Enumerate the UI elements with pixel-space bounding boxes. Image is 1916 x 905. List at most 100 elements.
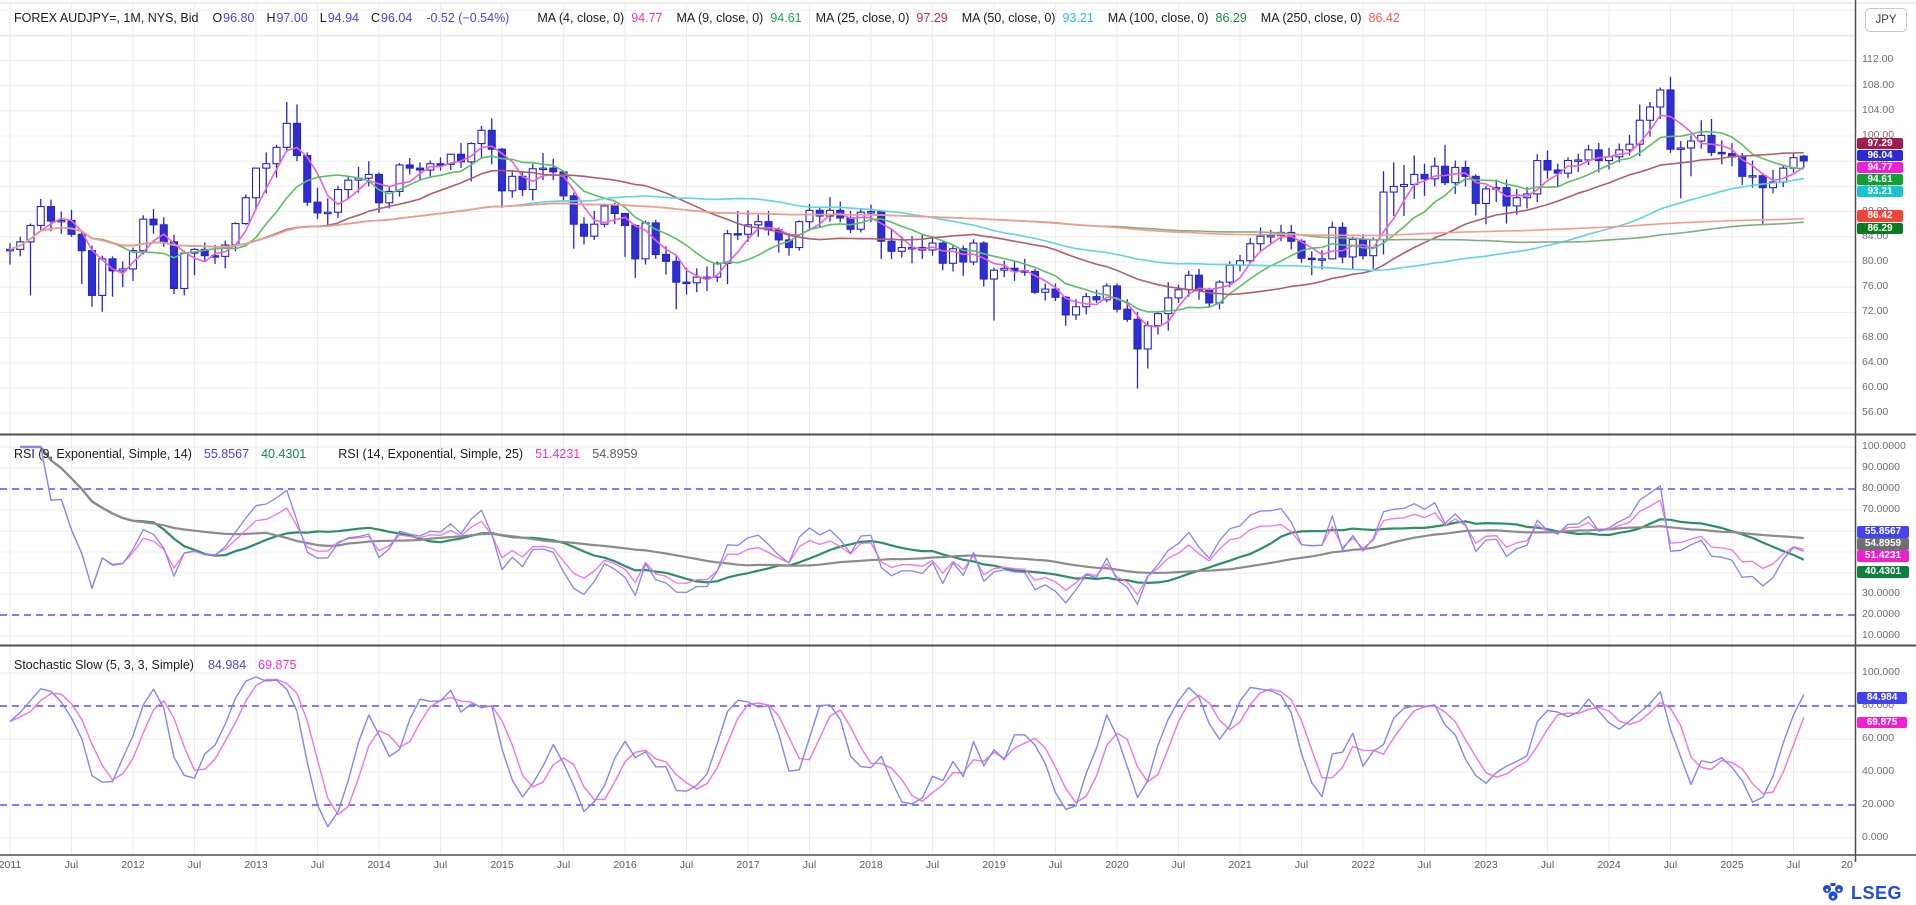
main-chart-header: FOREX AUDJPY=, 1M, NYS, Bid O96.80H97.00… — [14, 8, 1400, 28]
x-axis-label: Jul — [50, 859, 94, 871]
ma-legend-item[interactable]: MA (100, close, 0) 86.29 — [1108, 8, 1247, 28]
axis-tick-label: 100.0000 — [1862, 440, 1906, 452]
price-axis-badge: 84.984 — [1857, 692, 1907, 704]
price-axis-badge: 54.8959 — [1857, 538, 1909, 550]
quote-o: O96.80 — [212, 8, 254, 28]
rsi-label: RSI (9, Exponential, Simple, 14) — [14, 444, 192, 464]
ma-legend-item[interactable]: MA (50, close, 0)93.21 — [962, 8, 1094, 28]
price-axis-badge: 86.29 — [1857, 223, 1903, 235]
price-axis-badge: 94.77 — [1857, 162, 1903, 174]
stochastic-indicator-header[interactable]: Stochastic Slow (5, 3, 3, Simple) 84.984… — [14, 655, 296, 675]
axis-tick-label: 64.00 — [1862, 356, 1888, 368]
axis-tick-label: 60.00 — [1862, 381, 1888, 393]
x-axis-label: 2016 — [603, 859, 647, 871]
x-axis-label: Jul — [1649, 859, 1693, 871]
quote-value: 96.80 — [223, 8, 254, 28]
price-axis-badge: 93.21 — [1857, 186, 1903, 198]
price-axis-badge: 94.61 — [1857, 174, 1903, 186]
x-axis-label: Jul — [911, 859, 955, 871]
x-axis-label: 2025 — [1710, 859, 1754, 871]
price-axis-badge: 86.42 — [1857, 210, 1903, 222]
ma-value: 94.77 — [631, 8, 662, 28]
ma-legend-item[interactable]: MA (250, close, 0) 86.42 — [1261, 8, 1400, 28]
x-axis-label: Jul — [1403, 859, 1447, 871]
price-axis-badge: 69.875 — [1857, 717, 1907, 729]
x-axis-label: Jul — [1157, 859, 1201, 871]
ma-legend-item[interactable]: MA (9, close, 0) 94.61 — [676, 8, 801, 28]
quote-value: 97.00 — [276, 8, 307, 28]
x-axis-label: Jul — [419, 859, 463, 871]
rsi-legend-item[interactable]: RSI (9, Exponential, Simple, 14)55.85674… — [14, 444, 306, 464]
x-axis-label: Jul — [542, 859, 586, 871]
ma-label: MA (50, close, 0) — [962, 8, 1056, 28]
ma-value: 86.42 — [1369, 8, 1400, 28]
x-axis-label: Jul — [173, 859, 217, 871]
x-axis-label: Jul — [1526, 859, 1570, 871]
x-axis-label: 2020 — [1095, 859, 1139, 871]
ma-legend-item[interactable]: MA (25, close, 0)97.29 — [816, 8, 948, 28]
x-axis-label: 20 — [1825, 859, 1869, 871]
axis-tick-label: 76.00 — [1862, 280, 1888, 292]
x-axis-label: 2019 — [972, 859, 1016, 871]
price-axis-badge: 40.4301 — [1857, 566, 1909, 578]
x-axis-label: 2014 — [357, 859, 401, 871]
quote-label: H — [266, 8, 275, 28]
quote-value: 96.04 — [381, 8, 412, 28]
rsi-indicator-header[interactable]: RSI (9, Exponential, Simple, 14)55.85674… — [14, 444, 655, 464]
axis-tick-label: 60.000 — [1862, 732, 1894, 744]
x-axis-label: 2022 — [1341, 859, 1385, 871]
quote-h: H97.00 — [266, 8, 307, 28]
x-axis-label: Jul — [665, 859, 709, 871]
axis-tick-label: 70.0000 — [1862, 503, 1900, 515]
axis-tick-label: 68.00 — [1862, 331, 1888, 343]
currency-button[interactable]: JPY — [1865, 8, 1907, 32]
rsi-value: 40.4301 — [261, 444, 306, 464]
ma-label: MA (25, close, 0) — [816, 8, 910, 28]
stoch-legend-label: Stochastic Slow (5, 3, 3, Simple) — [14, 655, 194, 675]
change-value: -0.52 (−0.54%) — [426, 8, 509, 28]
ma-label: MA (100, close, 0) — [1108, 8, 1209, 28]
rsi-value: 51.4231 — [535, 444, 580, 464]
x-axis-label: Jul — [1772, 859, 1816, 871]
price-axis-badge: 96.04 — [1857, 150, 1903, 162]
ma-legend: MA (4, close, 0) 94.77 MA (9, close, 0) 94.… — [523, 8, 1399, 28]
axis-tick-label: 56.00 — [1862, 406, 1888, 418]
x-axis-label: Jul — [1034, 859, 1078, 871]
axis-tick-label: 108.00 — [1862, 79, 1894, 91]
x-axis-label: Jul — [296, 859, 340, 871]
x-axis-label: Jul — [1280, 859, 1324, 871]
ma-legend-item[interactable]: MA (4, close, 0) 94.77 — [537, 8, 662, 28]
ma-value: 86.29 — [1216, 8, 1247, 28]
axis-tick-label: 20.0000 — [1862, 608, 1900, 620]
axis-tick-label: 80.0000 — [1862, 482, 1900, 494]
quote-label: O — [212, 8, 222, 28]
x-axis-label: 2021 — [1218, 859, 1262, 871]
axis-tick-label: 10.0000 — [1862, 629, 1900, 641]
axis-tick-label: 112.00 — [1862, 53, 1893, 65]
rsi-legend-item[interactable]: RSI (14, Exponential, Simple, 25) 51.4231… — [338, 444, 637, 464]
stoch-value: 69.875 — [258, 655, 296, 675]
chart-application: FOREX AUDJPY=, 1M, NYS, Bid O96.80H97.00… — [0, 0, 1916, 905]
x-axis-label: 2013 — [234, 859, 278, 871]
axis-tick-label: 80.00 — [1862, 255, 1888, 267]
ma-label: MA (4, close, 0) — [537, 8, 624, 28]
price-axis-badge: 55.8567 — [1857, 526, 1909, 538]
axis-tick-label: 40.000 — [1862, 765, 1894, 777]
rsi-value: 54.8959 — [592, 444, 637, 464]
ma-value: 94.61 — [770, 8, 801, 28]
stoch-value: 84.984 — [208, 655, 246, 675]
x-axis-label: 2023 — [1464, 859, 1508, 871]
ma-label: MA (9, close, 0) — [676, 8, 763, 28]
price-axis-badge: 97.29 — [1857, 138, 1903, 150]
rsi-label: RSI (14, Exponential, Simple, 25) — [338, 444, 523, 464]
price-axis-badge: 51.4231 — [1857, 550, 1909, 562]
lseg-logo: LSEG — [1820, 882, 1902, 904]
x-axis-label: 2024 — [1587, 859, 1631, 871]
stoch-legend-values: 84.984 69.875 — [208, 655, 296, 675]
axis-tick-label: 104.00 — [1862, 104, 1894, 116]
ma-label: MA (250, close, 0) — [1261, 8, 1362, 28]
x-axis-label: 2015 — [480, 859, 524, 871]
quote-value: 94.94 — [328, 8, 359, 28]
x-axis-label: 2011 — [0, 859, 32, 871]
axis-tick-label: 100.000 — [1862, 666, 1900, 678]
